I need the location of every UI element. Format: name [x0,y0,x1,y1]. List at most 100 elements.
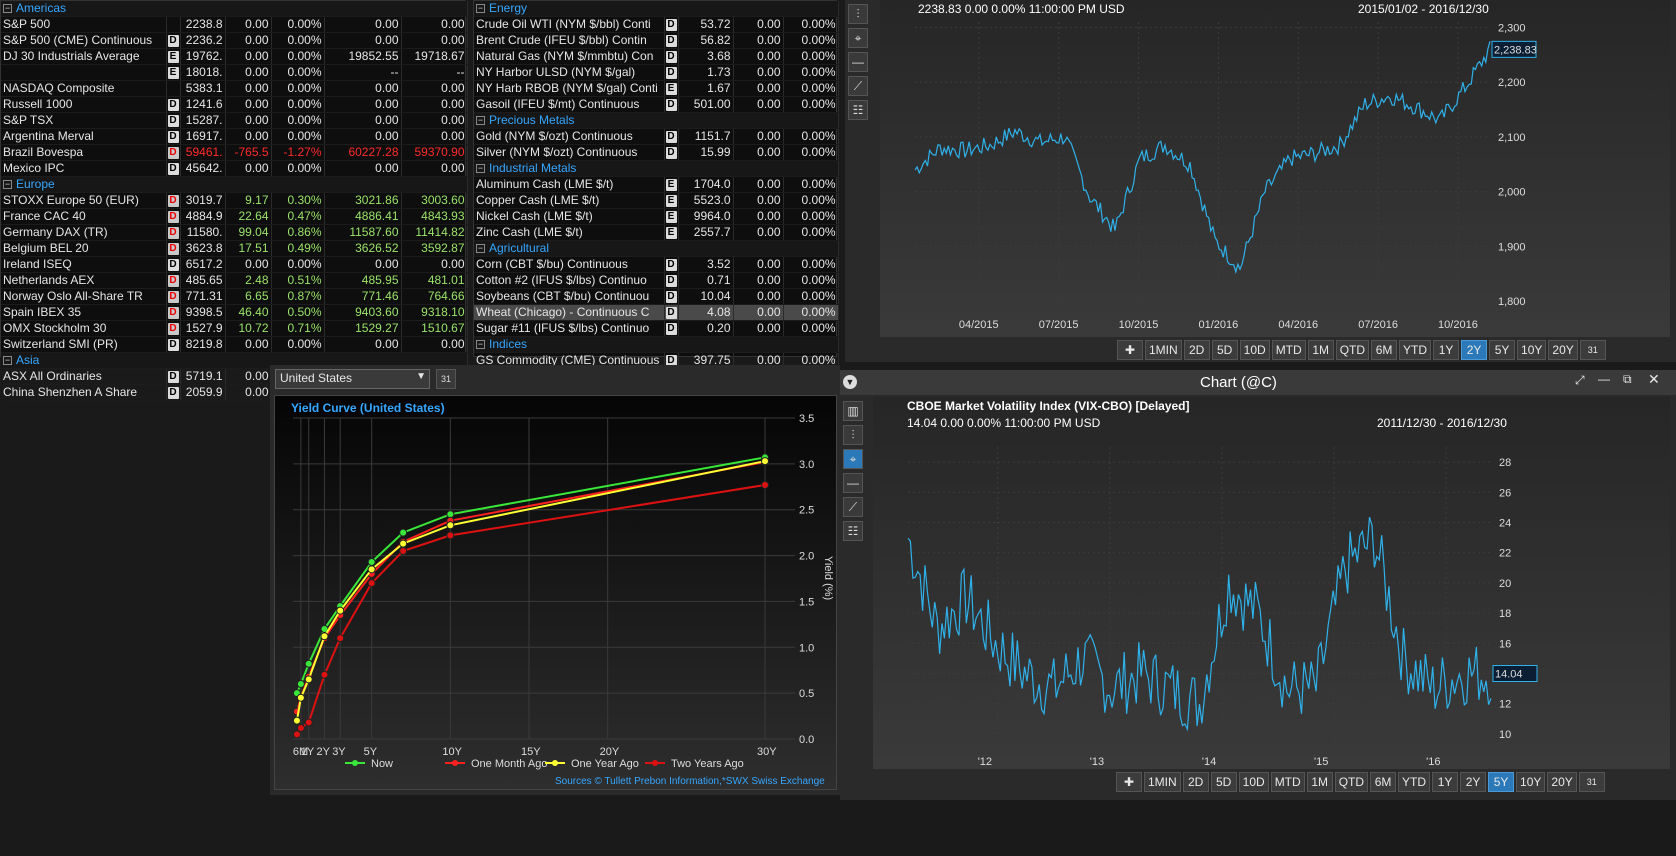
table-row[interactable]: S&P TSX D 15287. 0.00 0.00% 0.00 0.00 [1,112,468,129]
table-row[interactable]: Russell 1000 D 1241.6 0.00 0.00% 0.00 0.00 [1,96,468,113]
timeframe-button-1m[interactable]: 1M [1306,772,1333,792]
timeframe-button-1y[interactable]: 1Y [1432,772,1459,792]
timeframe-button-2d[interactable]: 2D [1182,772,1209,792]
timeframe-button-10y[interactable]: 10Y [1516,772,1546,792]
table-row[interactable]: Spain IBEX 35 D 9398.5 46.40 0.50% 9403.60 931… [1,304,468,321]
table-row[interactable]: Sugar #11 (IFUS $/lbs) Continuo D 0.20 0.00… [474,320,839,337]
table-row[interactable]: France CAC 40 D 4884.9 22.64 0.47% 4886.41 484… [1,208,468,225]
table-row[interactable]: Ireland ISEQ D 6517.2 0.00 0.00% 0.00 0.00 [1,256,468,273]
timeframe-button-10d[interactable]: 10D [1238,772,1269,792]
table-row[interactable]: Wheat (Chicago) - Continuous C D 4.08 0.00 0… [474,304,839,321]
table-row[interactable]: NY Harbor ULSD (NYM $/gal) D 1.73 0.00 0.00% [474,64,839,81]
country-select[interactable]: United States ▼ [275,369,430,389]
table-row[interactable]: E 18018. 0.00 0.00% -- -- [1,64,468,81]
table-row[interactable]: Norway Oslo All-Share TR D 771.31 6.65 0.87%… [1,288,468,305]
table-row[interactable]: Gasoil (IFEU $/mt) Continuous D 501.00 0.00… [474,96,839,113]
table-row[interactable]: S&P 500 2238.8 0.00 0.00% 0.00 0.00 [1,16,468,33]
timeframe-button-2d[interactable]: 2D [1183,340,1210,360]
timeframe-button-5d[interactable]: 5D [1211,340,1238,360]
table-row[interactable]: STOXX Europe 50 (EUR) D 3019.7 9.17 0.30% 302… [1,192,468,209]
table-row[interactable]: Brent Crude (IFEU $/bbl) Contin D 56.82 0.0… [474,32,839,49]
table-row[interactable]: Germany DAX (TR) D 11580. 99.04 0.86% 11587.6… [1,224,468,241]
timeframe-button-2y[interactable]: 2Y [1460,772,1487,792]
add-study-icon[interactable]: ✚ [1117,340,1143,360]
calendar-icon[interactable]: 31 [1578,772,1605,792]
trend-tool-icon[interactable]: ⟋ [843,497,863,517]
group-header[interactable]: − Europe [1,176,468,193]
collapse-icon[interactable]: − [476,244,485,254]
collapse-icon[interactable]: ▼ [843,375,857,389]
table-row[interactable]: Nickel Cash (LME $/t) E 9964.0 0.00 0.00% [474,208,839,225]
table-row[interactable]: Soybeans (CBT $/bu) Continuou D 10.04 0.00 0… [474,288,839,305]
table-row[interactable]: Natural Gas (NYM $/mmbtu) Con D 3.68 0.00 0.… [474,48,839,65]
table-row[interactable]: Argentina Merval D 16917. 0.00 0.00% 0.00 0.00 [1,128,468,145]
table-row[interactable]: S&P 500 (CME) Continuous D 2236.2 0.00 0.00%… [1,32,468,49]
collapse-icon[interactable]: − [3,356,12,366]
group-header[interactable]: − Americas [1,1,468,17]
calendar-icon[interactable]: 31 [436,369,456,389]
table-row[interactable]: OMX Stockholm 30 D 1527.9 10.72 0.71% 1529.27… [1,320,468,337]
table-row[interactable]: Switzerland SMI (PR) D 8219.8 0.00 0.00% 0.00… [1,336,468,353]
table-row[interactable]: DJ 30 Industrials Average E 19762. 0.00 0.00… [1,48,468,65]
timeframe-button-6m[interactable]: 6M [1370,772,1397,792]
collapse-icon[interactable]: − [476,4,485,14]
calendar-icon[interactable]: 31 [1579,340,1606,360]
group-header[interactable]: − Indices [474,336,839,353]
table-icon[interactable]: ☷ [848,100,868,120]
timeframe-button-qtd[interactable]: QTD [1334,772,1369,792]
table-row[interactable]: Belgium BEL 20 D 3623.8 17.51 0.49% 3626.52 35… [1,240,468,257]
popout-icon[interactable]: ⧉ [1623,372,1632,387]
timeframe-button-10d[interactable]: 10D [1239,340,1270,360]
table-row[interactable]: Aluminum Cash (LME $/t) E 1704.0 0.00 0.00% [474,176,839,193]
collapse-icon[interactable]: − [3,180,12,190]
timeframe-button-2y[interactable]: 2Y [1461,340,1488,360]
timeframe-button-qtd[interactable]: QTD [1335,340,1370,360]
group-header[interactable]: − Energy [474,1,839,17]
timeframe-button-6m[interactable]: 6M [1371,340,1398,360]
timeframe-button-mtd[interactable]: MTD [1270,772,1305,792]
table-row[interactable]: Silver (NYM $/ozt) Continuous D 15.99 0.00 0… [474,144,839,161]
line-tool-icon[interactable]: — [848,52,868,72]
table-icon[interactable]: ☷ [843,521,863,541]
table-row[interactable]: Zinc Cash (LME $/t) E 2557.7 0.00 0.00% [474,224,839,241]
collapse-icon[interactable]: − [3,4,12,14]
collapse-icon[interactable]: − [476,116,485,126]
add-study-icon[interactable]: ✚ [1116,772,1142,792]
table-row[interactable]: NASDAQ Composite 5383.1 0.00 0.00% 0.00 0.00 [1,80,468,97]
table-row[interactable]: Copper Cash (LME $/t) E 5523.0 0.00 0.00% [474,192,839,209]
group-header[interactable]: − Agricultural [474,240,839,257]
timeframe-button-ytd[interactable]: YTD [1399,340,1432,360]
timeframe-button-5d[interactable]: 5D [1210,772,1237,792]
timeframe-button-20y[interactable]: 20Y [1548,340,1578,360]
close-icon[interactable]: ✕ [1648,371,1660,388]
timeframe-button-5y[interactable]: 5Y [1488,772,1515,792]
timeframe-button-mtd[interactable]: MTD [1271,340,1306,360]
group-header[interactable]: − Industrial Metals [474,160,839,177]
timeframe-button-5y[interactable]: 5Y [1489,340,1516,360]
crosshair-icon[interactable]: ⌖ [848,28,868,48]
timeframe-button-1m[interactable]: 1M [1307,340,1334,360]
timeframe-button-ytd[interactable]: YTD [1398,772,1431,792]
collapse-icon[interactable]: − [476,340,485,350]
table-row[interactable]: Cotton #2 (IFUS $/lbs) Continuo D 0.71 0.00… [474,272,839,289]
trend-tool-icon[interactable]: ⟋ [848,76,868,96]
indicator-icon[interactable]: ⫶ [843,425,863,445]
collapse-icon[interactable]: − [476,164,485,174]
crosshair-icon[interactable]: ⌖ [843,449,863,469]
line-tool-icon[interactable]: — [843,473,863,493]
minimize-icon[interactable]: — [1598,372,1610,386]
timeframe-button-10y[interactable]: 10Y [1517,340,1547,360]
table-row[interactable]: Brazil Bovespa D 59461. -765.5 -1.27% 60227.2… [1,144,468,161]
table-row[interactable]: Mexico IPC D 45642. 0.00 0.00% 0.00 0.00 [1,160,468,177]
expand-icon[interactable]: ⤢ [1575,373,1585,388]
timeframe-button-1min[interactable]: 1MIN [1145,340,1182,360]
timeframe-button-1min[interactable]: 1MIN [1144,772,1181,792]
group-header[interactable]: − Precious Metals [474,112,839,129]
table-row[interactable]: Corn (CBT $/bu) Continuous D 3.52 0.00 0.00% [474,256,839,273]
timeframe-button-20y[interactable]: 20Y [1547,772,1577,792]
table-row[interactable]: Crude Oil WTI (NYM $/bbl) Conti D 53.72 0.0… [474,16,839,33]
timeframe-button-1y[interactable]: 1Y [1433,340,1460,360]
table-row[interactable]: Netherlands AEX D 485.65 2.48 0.51% 485.95 481… [1,272,468,289]
table-row[interactable]: Gold (NYM $/ozt) Continuous D 1151.7 0.00 0.… [474,128,839,145]
indicator-icon[interactable]: ⫶ [848,4,868,24]
